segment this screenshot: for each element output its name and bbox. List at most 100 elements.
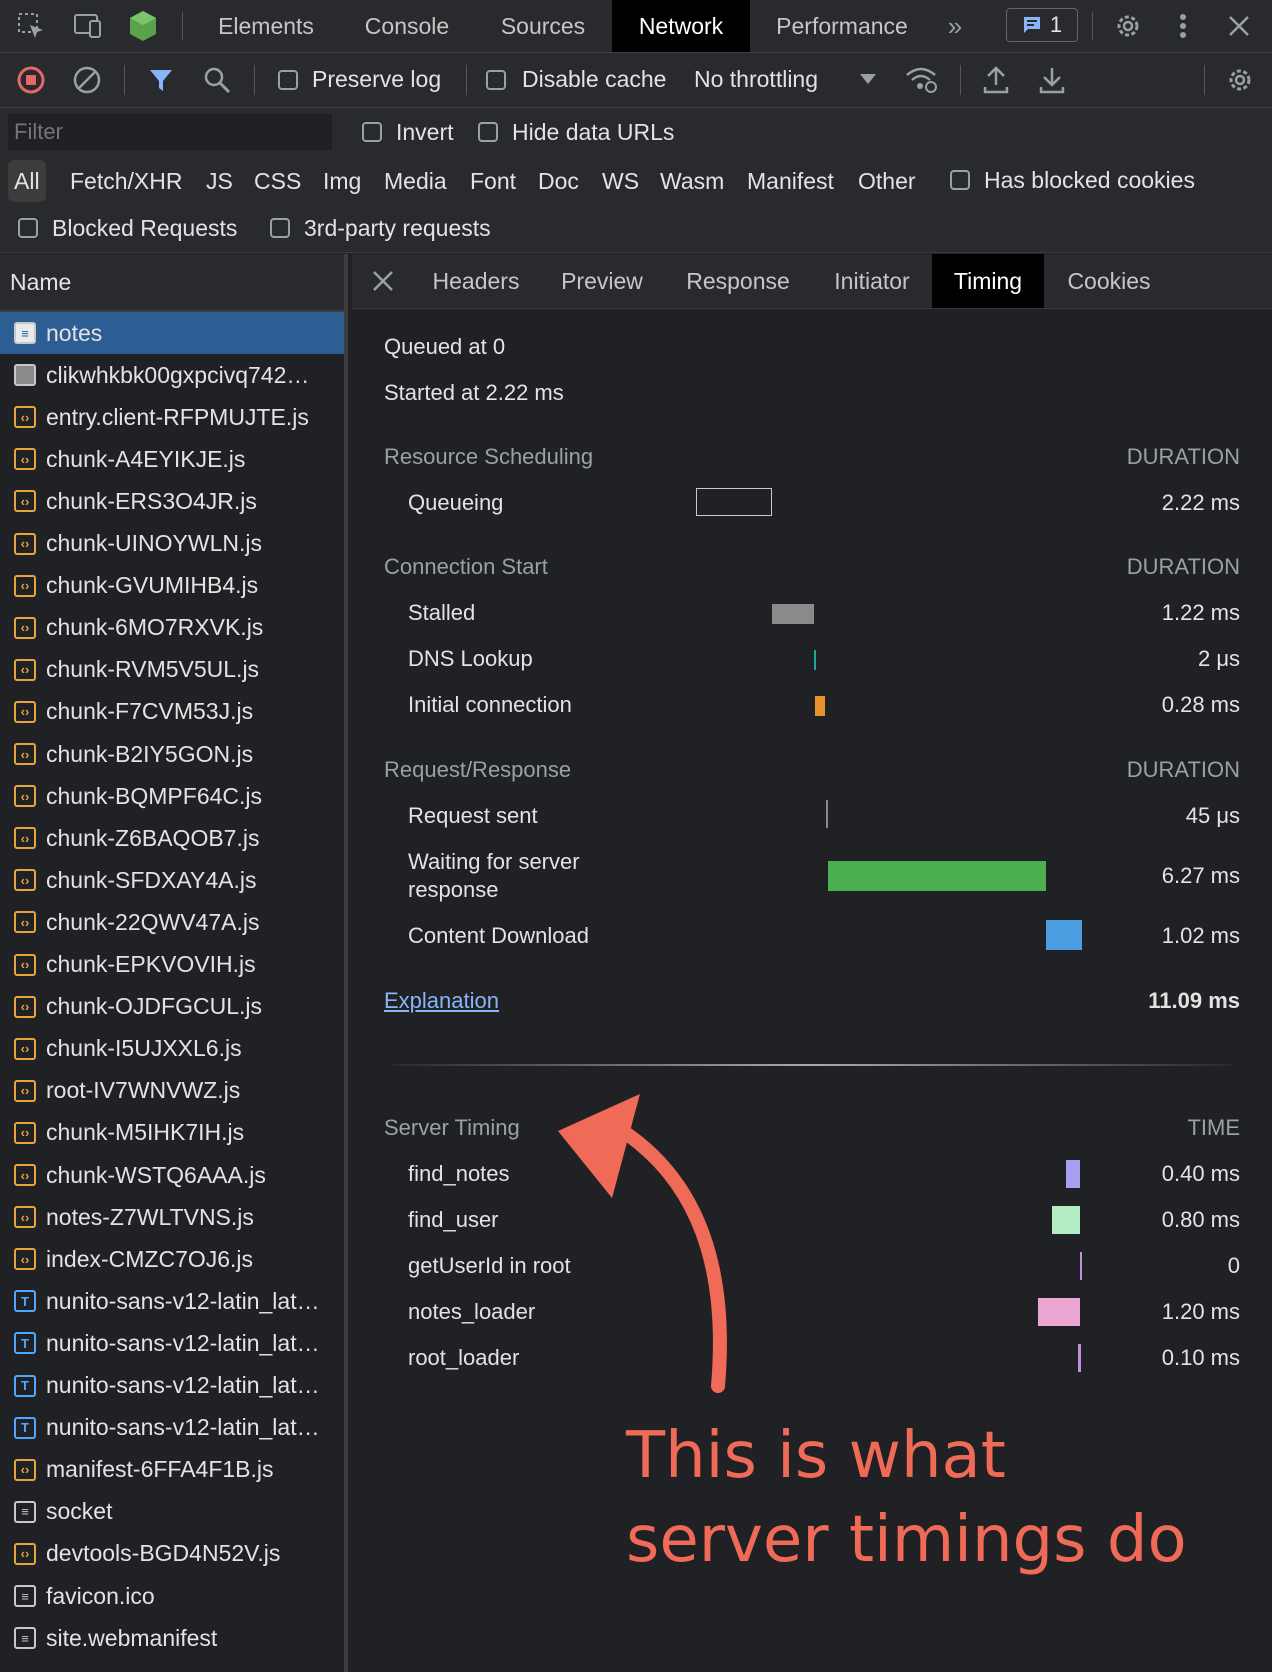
request-name: clikwhkbk00gxpcivq742… xyxy=(46,361,310,388)
more-tabs-icon[interactable]: » xyxy=(938,11,972,41)
request-row[interactable]: ‹› chunk-6MO7RXVK.js xyxy=(0,607,344,649)
request-row[interactable]: ‹› chunk-SFDXAY4A.js xyxy=(0,859,344,901)
request-row[interactable]: ‹› notes-Z7WLTVNS.js xyxy=(0,1196,344,1238)
request-row[interactable]: ‹› chunk-WSTQ6AAA.js xyxy=(0,1154,344,1196)
tab-preview[interactable]: Preview xyxy=(538,254,666,308)
preserve-log-checkbox[interactable] xyxy=(278,70,298,90)
request-row[interactable]: ‹› root-IV7WNVWZ.js xyxy=(0,1070,344,1112)
import-har-icon[interactable] xyxy=(978,63,1014,97)
request-row[interactable]: ‹› chunk-F7CVM53J.js xyxy=(0,691,344,733)
tab-timing[interactable]: Timing xyxy=(932,254,1044,308)
filter-type-manifest[interactable]: Manifest xyxy=(747,160,834,202)
request-row[interactable]: ‹› manifest-6FFA4F1B.js xyxy=(0,1449,344,1491)
invert-checkbox[interactable] xyxy=(362,122,382,142)
hide-data-urls-checkbox[interactable] xyxy=(478,122,498,142)
request-row[interactable]: ≡ favicon.ico xyxy=(0,1575,344,1617)
request-row[interactable]: ‹› chunk-UINOYWLN.js xyxy=(0,523,344,565)
request-row[interactable]: ‹› chunk-I5UJXXL6.js xyxy=(0,1028,344,1070)
network-settings-gear-icon[interactable] xyxy=(1222,63,1258,97)
clear-log-icon[interactable] xyxy=(70,63,104,97)
filter-type-wasm[interactable]: Wasm xyxy=(660,160,724,202)
tab-response[interactable]: Response xyxy=(666,254,810,308)
network-conditions-icon[interactable] xyxy=(902,63,942,97)
request-row[interactable]: ‹› chunk-Z6BAQOB7.js xyxy=(0,817,344,859)
request-row[interactable]: ‹› chunk-GVUMIHB4.js xyxy=(0,565,344,607)
request-row[interactable]: ‹› chunk-OJDFGCUL.js xyxy=(0,986,344,1028)
disable-cache-checkbox[interactable] xyxy=(486,70,506,90)
settings-gear-icon[interactable] xyxy=(1110,10,1146,42)
close-devtools-icon[interactable] xyxy=(1222,10,1256,42)
request-row[interactable]: ‹› chunk-BQMPF64C.js xyxy=(0,775,344,817)
filter-type-ws[interactable]: WS xyxy=(602,160,639,202)
request-row[interactable]: ‹› chunk-A4EYIKJE.js xyxy=(0,438,344,480)
request-row[interactable]: ‹› entry.client-RFPMUJTE.js xyxy=(0,396,344,438)
tab-sources[interactable]: Sources xyxy=(476,0,610,52)
request-row[interactable]: ‹› chunk-EPKVOVIH.js xyxy=(0,944,344,986)
filter-type-img[interactable]: Img xyxy=(323,160,361,202)
issues-badge[interactable]: 1 xyxy=(1006,8,1078,42)
throttling-select[interactable]: No throttling xyxy=(694,66,818,93)
filter-type-other[interactable]: Other xyxy=(858,160,916,202)
device-toolbar-icon[interactable] xyxy=(70,10,106,42)
queueing-bar xyxy=(696,488,772,516)
chevron-down-icon[interactable] xyxy=(856,69,880,89)
request-row[interactable]: ≡ socket xyxy=(0,1491,344,1533)
filter-type-css[interactable]: CSS xyxy=(254,160,301,202)
export-har-icon[interactable] xyxy=(1034,63,1070,97)
request-row[interactable]: ‹› chunk-ERS3O4JR.js xyxy=(0,480,344,522)
toolbar-divider xyxy=(182,12,183,40)
filter-type-font[interactable]: Font xyxy=(470,160,516,202)
request-row[interactable]: ‹› chunk-22QWV47A.js xyxy=(0,901,344,943)
script-file-icon: ‹› xyxy=(14,1037,36,1060)
filter-type-js[interactable]: JS xyxy=(206,160,233,202)
request-row[interactable]: Tnunito-sans-v12-latin_lat… xyxy=(0,1322,344,1364)
tab-initiator[interactable]: Initiator xyxy=(810,254,934,308)
filter-input[interactable] xyxy=(8,114,332,150)
has-blocked-cookies-checkbox[interactable] xyxy=(950,170,970,190)
tab-cookies[interactable]: Cookies xyxy=(1044,254,1174,308)
request-row[interactable]: ‹› chunk-RVM5V5UL.js xyxy=(0,649,344,691)
request-row[interactable]: Tnunito-sans-v12-latin_lat… xyxy=(0,1407,344,1449)
explanation-link[interactable]: Explanation xyxy=(384,988,499,1014)
request-name: chunk-SFDXAY4A.js xyxy=(46,866,257,893)
tab-elements[interactable]: Elements xyxy=(196,0,336,52)
tab-performance[interactable]: Performance xyxy=(752,0,932,52)
extension-gem-icon[interactable] xyxy=(126,8,160,44)
filter-funnel-icon[interactable] xyxy=(144,63,178,97)
request-row[interactable]: ‹› chunk-M5IHK7IH.js xyxy=(0,1112,344,1154)
request-row[interactable]: ≡ site.webmanifest xyxy=(0,1617,344,1659)
find-user-bar xyxy=(1052,1206,1080,1234)
filter-type-doc[interactable]: Doc xyxy=(538,160,579,202)
close-details-icon[interactable] xyxy=(370,268,396,294)
request-row[interactable]: ‹› devtools-BGD4N52V.js xyxy=(0,1533,344,1575)
more-options-icon[interactable] xyxy=(1168,10,1198,42)
waiting-bar xyxy=(828,861,1046,891)
request-row[interactable]: ≡ notes xyxy=(0,312,344,354)
filter-type-fetch-xhr[interactable]: Fetch/XHR xyxy=(70,160,182,202)
tab-headers[interactable]: Headers xyxy=(414,254,538,308)
blocked-requests-checkbox[interactable] xyxy=(18,218,38,238)
stop-recording-icon[interactable] xyxy=(14,63,48,97)
section-divider xyxy=(392,1064,1232,1066)
initial-connection-bar xyxy=(815,696,825,716)
tab-console[interactable]: Console xyxy=(340,0,474,52)
request-row[interactable]: ‹› index-CMZC7OJ6.js xyxy=(0,1238,344,1280)
document-icon: ≡ xyxy=(14,1627,36,1650)
root-loader-bar xyxy=(1078,1344,1081,1372)
duration-header: DURATION xyxy=(1126,554,1240,579)
filter-type-media[interactable]: Media xyxy=(384,160,447,202)
dns-lookup-label: DNS Lookup xyxy=(408,646,533,671)
script-file-icon: ‹› xyxy=(14,743,36,765)
request-row[interactable]: clikwhkbk00gxpcivq742… xyxy=(0,354,344,396)
filter-type-all[interactable]: All xyxy=(8,160,46,202)
request-name: site.webmanifest xyxy=(46,1624,218,1651)
third-party-requests-checkbox[interactable] xyxy=(270,218,290,238)
request-row[interactable]: Tnunito-sans-v12-latin_lat… xyxy=(0,1365,344,1407)
search-icon[interactable] xyxy=(200,63,234,97)
tab-network[interactable]: Network xyxy=(612,0,750,52)
request-row[interactable]: Tnunito-sans-v12-latin_lat… xyxy=(0,1280,344,1322)
request-row[interactable]: ‹› chunk-B2IY5GON.js xyxy=(0,733,344,775)
request-name: chunk-OJDFGCUL.js xyxy=(46,993,262,1020)
inspect-element-icon[interactable] xyxy=(14,10,48,42)
name-column-header[interactable]: Name xyxy=(0,254,344,312)
